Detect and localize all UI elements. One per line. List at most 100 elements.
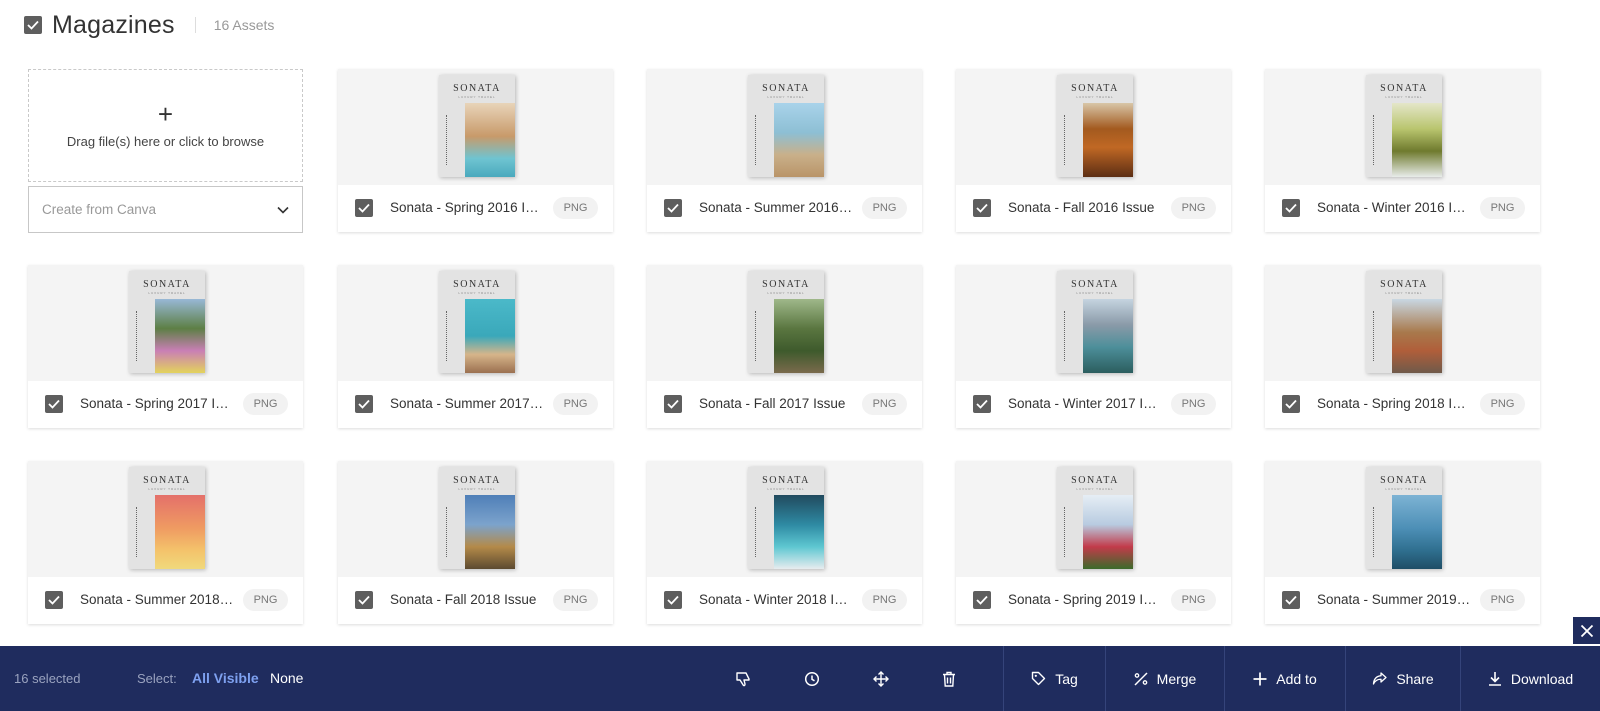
magazine-cover: SONATA LUXURY TRAVEL — [748, 271, 824, 373]
magazine-spine — [446, 115, 448, 165]
check-icon — [48, 399, 60, 409]
merge-icon — [1134, 671, 1148, 686]
asset-card[interactable]: SONATA LUXURY TRAVEL Sonata - Summer 2017 … — [338, 265, 613, 428]
history-button[interactable] — [797, 646, 827, 711]
asset-card[interactable]: SONATA LUXURY TRAVEL Sonata - Winter 2017 … — [956, 265, 1231, 428]
asset-thumbnail[interactable]: SONATA LUXURY TRAVEL — [647, 265, 922, 381]
asset-checkbox[interactable] — [45, 591, 63, 609]
tag-icon — [1032, 671, 1046, 686]
asset-card[interactable]: SONATA LUXURY TRAVEL Sonata - Summer 2018 … — [28, 461, 303, 624]
trash-icon — [943, 671, 955, 687]
asset-checkbox[interactable] — [664, 395, 682, 413]
dislike-button[interactable] — [728, 646, 758, 711]
asset-thumbnail[interactable]: SONATA LUXURY TRAVEL — [338, 265, 613, 381]
magazine-cover: SONATA LUXURY TRAVEL — [1366, 271, 1442, 373]
magazine-cover: SONATA LUXURY TRAVEL — [1057, 467, 1133, 569]
magazine-spine — [446, 507, 448, 557]
asset-thumbnail[interactable]: SONATA LUXURY TRAVEL — [1265, 461, 1540, 577]
header-divider — [194, 17, 196, 33]
download-button[interactable]: Download — [1460, 646, 1600, 711]
check-icon — [48, 595, 60, 605]
asset-card[interactable]: SONATA LUXURY TRAVEL Sonata - Spring 2016 … — [338, 69, 613, 232]
asset-card[interactable]: SONATA LUXURY TRAVEL Sonata - Fall 2017 Is… — [647, 265, 922, 428]
asset-thumbnail[interactable]: SONATA LUXURY TRAVEL — [28, 461, 303, 577]
asset-checkbox[interactable] — [664, 199, 682, 217]
asset-name: Sonata - Summer 2018 Issue — [80, 592, 235, 607]
asset-card[interactable]: SONATA LUXURY TRAVEL Sonata - Spring 2017 … — [28, 265, 303, 428]
file-type-badge: PNG — [862, 393, 907, 415]
file-type-badge: PNG — [1480, 197, 1525, 219]
asset-thumbnail[interactable]: SONATA LUXURY TRAVEL — [1265, 265, 1540, 381]
file-type-badge: PNG — [862, 589, 907, 611]
asset-checkbox[interactable] — [1282, 591, 1300, 609]
upload-dropzone[interactable]: + Drag file(s) here or click to browse — [28, 69, 303, 182]
asset-card[interactable]: SONATA LUXURY TRAVEL Sonata - Spring 2018 … — [1265, 265, 1540, 428]
selected-count: 16 selected — [14, 671, 81, 686]
asset-name: Sonata - Winter 2018 Issue — [699, 592, 854, 607]
magazine-tagline: LUXURY TRAVEL — [1076, 95, 1114, 99]
asset-thumbnail[interactable]: SONATA LUXURY TRAVEL — [338, 461, 613, 577]
asset-checkbox[interactable] — [1282, 395, 1300, 413]
magazine-cover: SONATA LUXURY TRAVEL — [748, 75, 824, 177]
file-type-badge: PNG — [243, 589, 288, 611]
magazine-spine — [1373, 115, 1375, 165]
select-all-checkbox[interactable] — [24, 16, 42, 34]
close-icon — [1580, 624, 1593, 637]
asset-checkbox[interactable] — [664, 591, 682, 609]
delete-button[interactable] — [934, 646, 964, 711]
asset-card[interactable]: SONATA LUXURY TRAVEL Sonata - Fall 2018 Is… — [338, 461, 613, 624]
create-from-canva-select[interactable]: Create from Canva — [28, 186, 303, 233]
merge-button[interactable]: Merge — [1105, 646, 1224, 711]
check-icon — [358, 595, 370, 605]
asset-thumbnail[interactable]: SONATA LUXURY TRAVEL — [1265, 69, 1540, 185]
magazine-brand: SONATA — [762, 475, 810, 486]
merge-label: Merge — [1156, 670, 1197, 687]
magazine-spine — [755, 507, 757, 557]
cover-photo — [1392, 103, 1442, 177]
cover-photo — [1083, 299, 1133, 373]
asset-card[interactable]: SONATA LUXURY TRAVEL Sonata - Summer 2016 … — [647, 69, 922, 232]
asset-thumbnail[interactable]: SONATA LUXURY TRAVEL — [28, 265, 303, 381]
magazine-brand: SONATA — [762, 83, 810, 94]
select-all-visible-link[interactable]: All Visible — [192, 646, 259, 711]
asset-thumbnail[interactable]: SONATA LUXURY TRAVEL — [338, 69, 613, 185]
asset-checkbox[interactable] — [973, 591, 991, 609]
share-button[interactable]: Share — [1345, 646, 1460, 711]
magazine-cover: SONATA LUXURY TRAVEL — [129, 271, 205, 373]
asset-card[interactable]: SONATA LUXURY TRAVEL Sonata - Winter 2018 … — [647, 461, 922, 624]
asset-checkbox[interactable] — [1282, 199, 1300, 217]
move-button[interactable] — [866, 646, 896, 711]
asset-thumbnail[interactable]: SONATA LUXURY TRAVEL — [956, 461, 1231, 577]
asset-thumbnail[interactable]: SONATA LUXURY TRAVEL — [647, 461, 922, 577]
asset-card[interactable]: SONATA LUXURY TRAVEL Sonata - Spring 2019 … — [956, 461, 1231, 624]
magazine-tagline: LUXURY TRAVEL — [1385, 487, 1423, 491]
magazine-brand: SONATA — [762, 279, 810, 290]
asset-thumbnail[interactable]: SONATA LUXURY TRAVEL — [956, 265, 1231, 381]
magazine-tagline: LUXURY TRAVEL — [148, 487, 186, 491]
close-selection-button[interactable] — [1573, 617, 1600, 644]
asset-checkbox[interactable] — [355, 199, 373, 217]
cover-photo — [155, 299, 205, 373]
magazine-spine — [446, 311, 448, 361]
file-type-badge: PNG — [1171, 589, 1216, 611]
asset-checkbox[interactable] — [45, 395, 63, 413]
asset-card[interactable]: SONATA LUXURY TRAVEL Sonata - Summer 2019 … — [1265, 461, 1540, 624]
asset-card[interactable]: SONATA LUXURY TRAVEL Sonata - Winter 2016 … — [1265, 69, 1540, 232]
add-to-button[interactable]: Add to — [1224, 646, 1345, 711]
asset-checkbox[interactable] — [973, 199, 991, 217]
magazine-tagline: LUXURY TRAVEL — [767, 95, 805, 99]
asset-checkbox[interactable] — [355, 591, 373, 609]
asset-card[interactable]: SONATA LUXURY TRAVEL Sonata - Fall 2016 Is… — [956, 69, 1231, 232]
file-type-badge: PNG — [1480, 393, 1525, 415]
select-none-link[interactable]: None — [270, 646, 303, 711]
magazine-cover: SONATA LUXURY TRAVEL — [439, 75, 515, 177]
asset-thumbnail[interactable]: SONATA LUXURY TRAVEL — [647, 69, 922, 185]
asset-checkbox[interactable] — [973, 395, 991, 413]
add-to-label: Add to — [1276, 670, 1317, 687]
tag-button[interactable]: Tag — [1003, 646, 1105, 711]
asset-name: Sonata - Spring 2016 Issue — [390, 200, 545, 215]
asset-checkbox[interactable] — [355, 395, 373, 413]
check-icon — [976, 399, 988, 409]
asset-thumbnail[interactable]: SONATA LUXURY TRAVEL — [956, 69, 1231, 185]
magazine-tagline: LUXURY TRAVEL — [148, 291, 186, 295]
